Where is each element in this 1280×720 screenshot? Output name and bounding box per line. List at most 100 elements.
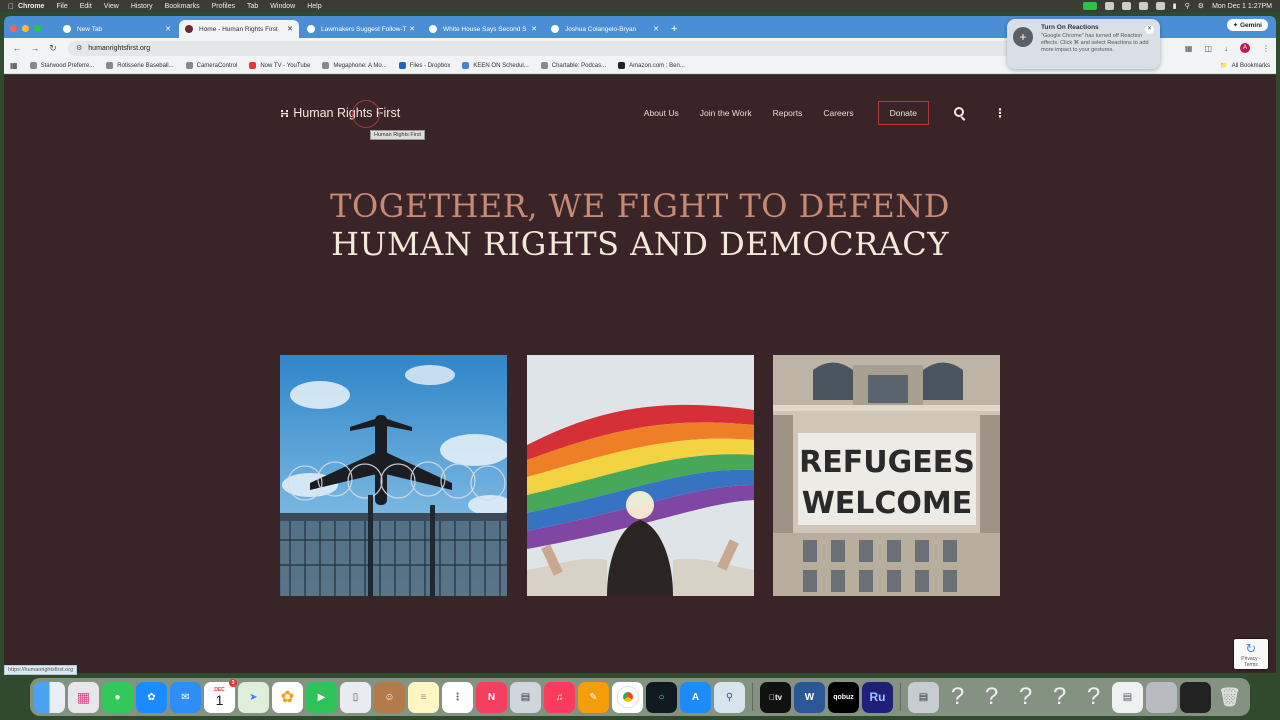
- menu-app-name[interactable]: Chrome: [18, 3, 44, 10]
- status-icon[interactable]: [1121, 2, 1131, 10]
- document-icon[interactable]: ▤: [1112, 681, 1143, 713]
- status-icon[interactable]: [1155, 2, 1165, 10]
- chrome-icon[interactable]: [612, 681, 643, 713]
- notification-close-icon[interactable]: ✕: [1145, 25, 1154, 34]
- browser-tab[interactable]: New Tab ✕: [57, 20, 177, 38]
- apps-grid-icon[interactable]: ▦: [10, 61, 18, 70]
- downloads-stack-icon[interactable]: [1146, 681, 1177, 713]
- image-card-rainbow-flag[interactable]: [527, 355, 754, 596]
- donate-button[interactable]: Donate: [877, 101, 929, 125]
- menu-view[interactable]: View: [104, 3, 119, 10]
- recent-window-icon[interactable]: [1180, 681, 1211, 713]
- pages-icon[interactable]: ✎: [578, 681, 609, 713]
- bookmark-item[interactable]: Files - Dropbox: [398, 62, 450, 69]
- more-menu-icon[interactable]: ⋮: [994, 107, 1006, 119]
- side-panel-icon[interactable]: ◫: [1204, 44, 1212, 53]
- tab-close-icon[interactable]: ✕: [531, 25, 537, 33]
- search-icon[interactable]: ⚲: [1185, 2, 1190, 10]
- mail-icon[interactable]: ✉: [170, 681, 201, 713]
- missing-app-icon[interactable]: ?: [1078, 682, 1109, 713]
- bookmark-item[interactable]: Rotisserie Baseball...: [106, 62, 174, 69]
- photos-icon[interactable]: ✿: [272, 681, 303, 713]
- bookmark-item[interactable]: CameraControl: [185, 62, 237, 69]
- tab-close-icon[interactable]: ✕: [165, 25, 171, 33]
- missing-app-icon[interactable]: ?: [1044, 682, 1075, 713]
- nav-careers[interactable]: Careers: [823, 108, 853, 118]
- bookmark-item[interactable]: Chartable: Podcas...: [540, 62, 606, 69]
- recaptcha-badge[interactable]: ↻ Privacy - Terms: [1234, 639, 1268, 669]
- bookmark-item[interactable]: Starwood Preferre...: [29, 62, 94, 69]
- status-icon[interactable]: [1104, 2, 1114, 10]
- tab-close-icon[interactable]: ✕: [287, 25, 293, 33]
- tab-close-icon[interactable]: ✕: [409, 25, 415, 33]
- missing-app-icon[interactable]: ?: [976, 682, 1007, 713]
- new-tab-button[interactable]: +: [671, 20, 677, 38]
- news-icon[interactable]: N: [476, 681, 507, 713]
- contacts-icon[interactable]: ☺: [374, 681, 405, 713]
- tab-close-icon[interactable]: ✕: [653, 25, 659, 33]
- downloads-icon[interactable]: ↓: [1224, 44, 1228, 53]
- maps-icon[interactable]: ➤: [238, 681, 269, 713]
- trash-icon[interactable]: 🗑: [1214, 682, 1245, 713]
- browser-tab[interactable]: Lawmakers Suggest Follow-T ✕: [301, 20, 421, 38]
- bookmark-item[interactable]: Now TV - YouTube: [249, 62, 310, 69]
- forward-arrow-icon[interactable]: →: [28, 43, 42, 53]
- site-info-icon[interactable]: ⚙: [76, 44, 82, 52]
- image-card-refugees-welcome[interactable]: REFUGEES WELCOME: [773, 355, 1000, 596]
- app-store-icon[interactable]: A: [680, 681, 711, 713]
- zoom-window-button[interactable]: [34, 24, 41, 32]
- browser-tab-active[interactable]: Home - Human Rights First ✕: [179, 20, 299, 38]
- podcast-app-icon[interactable]: ○: [646, 681, 677, 713]
- music-icon[interactable]: ♫: [544, 681, 575, 713]
- profile-avatar[interactable]: A: [1240, 43, 1250, 53]
- facetime-icon[interactable]: ▶: [306, 681, 337, 713]
- screenshot-thumbnail-icon[interactable]: ▤: [908, 681, 939, 713]
- apple-tv-icon[interactable]: tv: [760, 681, 791, 713]
- messages-icon[interactable]: ●: [102, 681, 133, 713]
- close-window-button[interactable]: [10, 24, 17, 32]
- reminders-icon[interactable]: ⋮: [442, 681, 473, 713]
- finder-icon[interactable]: [34, 681, 65, 713]
- menu-history[interactable]: History: [131, 3, 153, 10]
- status-icon[interactable]: [1138, 2, 1148, 10]
- all-bookmarks-button[interactable]: 📁 All Bookmarks: [1220, 62, 1270, 70]
- quicktime-icon[interactable]: ⚲: [714, 681, 745, 713]
- bookmark-item[interactable]: Amazon.com : Ben...: [618, 62, 685, 69]
- battery-icon[interactable]: ▮: [1173, 2, 1177, 10]
- image-card-airplane[interactable]: [280, 355, 507, 596]
- reactions-notification[interactable]: + ✕ Turn On Reactions "Google Chrome" ha…: [1007, 19, 1160, 69]
- menu-edit[interactable]: Edit: [80, 3, 92, 10]
- browser-tab[interactable]: White House Says Second S ✕: [423, 20, 543, 38]
- menu-help[interactable]: Help: [307, 3, 321, 10]
- menu-profiles[interactable]: Profiles: [212, 3, 235, 10]
- control-center-icon[interactable]: ⚙: [1198, 2, 1204, 10]
- launchpad-icon[interactable]: ▦: [68, 681, 99, 713]
- chrome-menu-icon[interactable]: ⋮: [1262, 44, 1270, 53]
- address-bar[interactable]: ⚙ humanrightsfirst.org ☆: [68, 40, 1153, 56]
- qobuz-icon[interactable]: qobuz: [828, 681, 859, 713]
- browser-tab[interactable]: Joshua Colangelo-Bryan ✕: [545, 20, 665, 38]
- nav-reports[interactable]: Reports: [773, 108, 803, 118]
- apple-menu-icon[interactable]: : [8, 2, 18, 11]
- menu-bookmarks[interactable]: Bookmarks: [165, 3, 200, 10]
- word-icon[interactable]: W: [794, 681, 825, 713]
- nav-about-us[interactable]: About Us: [644, 108, 679, 118]
- system-preview-icon[interactable]: ▤: [510, 681, 541, 713]
- missing-app-icon[interactable]: ?: [1010, 682, 1041, 713]
- notes-icon[interactable]: ≡: [408, 681, 439, 713]
- search-icon[interactable]: [954, 106, 966, 121]
- extensions-icon[interactable]: ▦: [1185, 44, 1193, 53]
- safari-icon[interactable]: ✿: [136, 681, 167, 713]
- calendar-icon[interactable]: DEC 1 3: [204, 678, 237, 713]
- back-arrow-icon[interactable]: ←: [10, 43, 24, 53]
- bookmark-item[interactable]: Megaphone: A Mo...: [322, 62, 387, 69]
- bookmark-item[interactable]: KEEN ON Schedul...: [462, 62, 529, 69]
- iphone-mirroring-icon[interactable]: ▯: [340, 681, 371, 713]
- missing-app-icon[interactable]: ?: [942, 682, 973, 713]
- reload-icon[interactable]: ↻: [46, 43, 60, 54]
- menu-tab[interactable]: Tab: [247, 3, 258, 10]
- site-logo[interactable]: ∺ Human Rights First: [280, 100, 400, 128]
- minimize-window-button[interactable]: [22, 24, 29, 32]
- gemini-button[interactable]: ✦ Gemini: [1226, 19, 1268, 31]
- nav-join-the-work[interactable]: Join the Work: [700, 108, 752, 118]
